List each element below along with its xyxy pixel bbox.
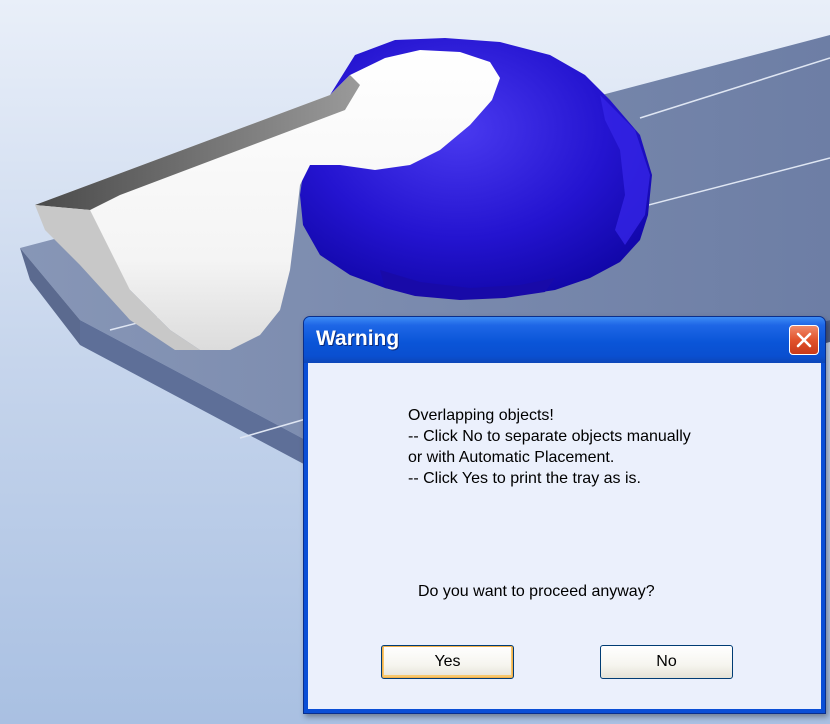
dialog-title: Warning <box>316 327 400 350</box>
yes-button[interactable]: Yes <box>381 645 514 679</box>
warning-dialog: Warning Overlapping objects! -- Click No… <box>303 316 826 714</box>
no-button[interactable]: No <box>600 645 733 679</box>
message-line: -- Click No to separate objects manually <box>408 428 691 445</box>
message-line: Overlapping objects! <box>408 407 554 424</box>
dialog-body: Overlapping objects! -- Click No to sepa… <box>308 363 821 709</box>
3d-viewport[interactable]: Warning Overlapping objects! -- Click No… <box>0 0 830 724</box>
message-line: or with Automatic Placement. <box>408 449 615 466</box>
close-icon <box>796 332 812 348</box>
confirm-prompt: Do you want to proceed anyway? <box>418 583 655 600</box>
message-line: -- Click Yes to print the tray as is. <box>408 470 641 487</box>
close-button[interactable] <box>789 325 819 355</box>
dialog-titlebar[interactable]: Warning <box>304 317 825 363</box>
